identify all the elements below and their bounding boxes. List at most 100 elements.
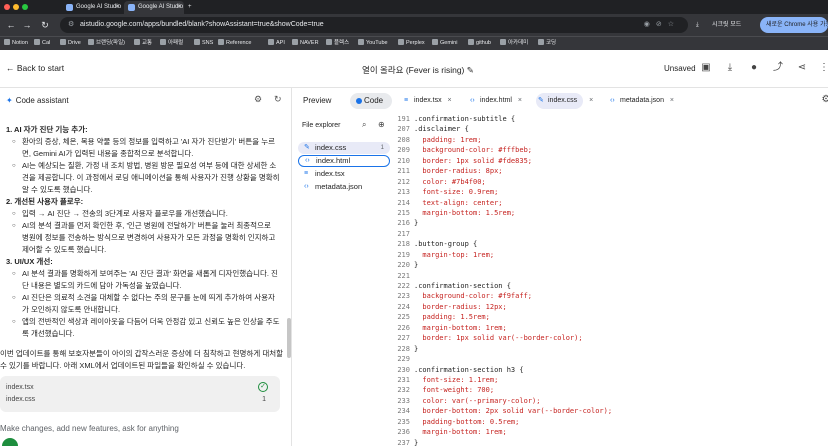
close-tab-icon[interactable]: × xyxy=(670,93,674,109)
code-line: 211 border-radius: 8px; xyxy=(392,166,828,176)
chrome-update-button[interactable]: 새로운 Chrome 사용 가능 xyxy=(760,17,828,33)
more-options-icon[interactable]: ⋮ xyxy=(818,62,828,74)
tab-title: Google AI Studio xyxy=(138,4,184,10)
close-window-dot[interactable] xyxy=(4,4,10,10)
code-line: 233 color: var(--primary-color); xyxy=(392,396,828,406)
pencil-icon: ✎ xyxy=(538,97,544,104)
line-number: 236 xyxy=(397,428,410,437)
share-icon[interactable]: ⋖ xyxy=(796,62,808,74)
edit-pencil-icon[interactable]: ✎ xyxy=(467,65,474,75)
add-file-icon[interactable]: ⊕ xyxy=(378,120,385,129)
download-icon[interactable]: ⤓ xyxy=(724,62,736,74)
code-line: 224 border-radius: 12px; xyxy=(392,302,828,312)
message-line: 앱의 전반적인 색상과 레이아웃을 다듬어 더욱 안정감 있고 신뢰도 높은 인… xyxy=(0,316,286,328)
panel-settings-icon[interactable]: ⚙ xyxy=(820,94,828,106)
bookmark-item[interactable]: Reference xyxy=(218,37,251,50)
message-line: 1. AI 자가 진단 기능 추가: xyxy=(6,125,88,134)
changed-files-card[interactable]: index.tsx index.css ✓ 1 xyxy=(0,376,280,412)
deploy-rocket-icon[interactable]: ⤴ xyxy=(772,62,784,74)
bookmark-item[interactable]: NAVER xyxy=(292,37,319,50)
code-line: 209 background-color: #fffbeb; xyxy=(392,145,828,155)
omnibox-actions[interactable]: ◉⊘☆ xyxy=(644,17,680,33)
bookmark-item[interactable]: 브랜딩(파일) xyxy=(88,37,125,50)
code-editor[interactable]: 191 .confirmation-subtitle {207 .disclaime… xyxy=(392,114,828,446)
message-line: 입력 → AI 진단 → 전송의 3단계로 사용자 플로우를 개선했습니다. xyxy=(0,208,286,220)
close-tab-icon[interactable]: × xyxy=(518,93,522,109)
assistant-scrollbar[interactable] xyxy=(287,318,291,358)
bookmark-item[interactable]: Gemini xyxy=(432,37,457,50)
file-tab-index-css[interactable]: ✎ index.css × xyxy=(536,93,593,109)
file-tab-index-html[interactable]: ‹› index.html × xyxy=(468,93,522,109)
close-tab-icon[interactable]: × xyxy=(115,1,119,14)
code-tab[interactable]: Code xyxy=(350,93,392,109)
line-number: 207 xyxy=(397,125,410,134)
changed-file[interactable]: index.css xyxy=(6,396,35,403)
bookmark-item[interactable]: 코딩 xyxy=(538,37,556,50)
bookmark-item[interactable]: github xyxy=(468,37,491,50)
code-text: text-align: center; xyxy=(414,198,503,207)
download-icon[interactable]: ⤓ xyxy=(696,17,699,33)
close-tab-icon[interactable]: × xyxy=(177,1,181,14)
bookmark-item[interactable]: 아패럴 xyxy=(160,37,183,50)
code-line: 210 border: 1px solid #fde835; xyxy=(392,156,828,166)
message-line: 단 내용은 별도의 카드에 담아 가독성을 높였습니다. xyxy=(22,281,182,290)
back-to-start-button[interactable]: ← Back to start xyxy=(6,63,64,73)
browser-tab[interactable]: Google AI Studio × xyxy=(62,1,122,14)
file-icon: ≡ xyxy=(404,97,409,104)
line-number: 209 xyxy=(397,146,410,155)
bookmark-item[interactable]: Drive xyxy=(60,37,81,50)
refresh-icon[interactable]: ↻ xyxy=(274,94,282,105)
preview-tab[interactable]: Preview xyxy=(303,96,331,105)
bookmark-item[interactable]: Perplex xyxy=(398,37,425,50)
explorer-item-index-tsx[interactable]: ≡ index.tsx xyxy=(298,168,390,180)
reload-icon[interactable]: ↻ xyxy=(38,18,52,32)
message-line: 병원에 정보를 전송하는 방식으로 변경하여 사용자가 모든 과정을 명확히 인… xyxy=(22,233,276,242)
code-line: 221 xyxy=(392,271,828,281)
bookmark-item[interactable]: YouTube xyxy=(358,37,388,50)
chat-input[interactable]: Make changes, add new features, ask for … xyxy=(0,424,286,433)
app-title[interactable]: 열이 올라요 (Fever is rising) ✎ xyxy=(362,64,474,76)
forward-arrow-icon[interactable]: → xyxy=(20,18,34,32)
address-bar[interactable]: ⚙ aistudio.google.com/apps/bundled/blank… xyxy=(60,17,688,33)
line-number: 231 xyxy=(397,375,410,384)
search-icon[interactable]: ⌕ xyxy=(362,120,366,130)
changed-file[interactable]: index.tsx xyxy=(6,384,34,391)
settings-gear-icon[interactable]: ⚙ xyxy=(254,94,262,105)
line-number: 225 xyxy=(397,313,410,322)
bookmark-item[interactable]: SNS xyxy=(194,37,213,50)
line-number: 226 xyxy=(397,323,410,332)
code-text: border-bottom: 2px solid var(--border-co… xyxy=(414,407,613,416)
bookmark-item[interactable]: 교통 xyxy=(134,37,152,50)
new-tab-icon[interactable]: + xyxy=(188,1,200,14)
site-info-icon[interactable]: ⚙ xyxy=(68,17,74,33)
bookmark-item[interactable]: 플렉스 xyxy=(326,37,349,50)
line-number: 228 xyxy=(397,344,410,353)
secret-mode-label[interactable]: 시크릿 모드 xyxy=(712,17,741,33)
line-number: 218 xyxy=(397,240,410,249)
github-icon[interactable]: ● xyxy=(748,62,760,74)
code-brackets-icon: ‹› xyxy=(305,157,310,164)
minimize-window-dot[interactable] xyxy=(13,4,19,10)
code-line: 216} xyxy=(392,218,828,228)
code-brackets-icon: ‹› xyxy=(304,183,309,190)
line-number: 237 xyxy=(397,438,410,446)
browser-tab-active[interactable]: Google AI Studio × xyxy=(124,1,184,14)
explorer-item-index-html[interactable]: ‹› index.html xyxy=(298,155,390,167)
bookmark-item[interactable]: Cal xyxy=(34,37,50,50)
bookmark-item[interactable]: Notion xyxy=(4,37,28,50)
explorer-item-metadata-json[interactable]: ‹› metadata.json xyxy=(298,181,390,193)
save-icon[interactable]: ▣ xyxy=(700,62,712,74)
close-tab-icon[interactable]: × xyxy=(448,93,452,109)
bookmark-item[interactable]: API xyxy=(268,37,285,50)
close-tab-icon[interactable]: × xyxy=(589,93,593,109)
bookmark-item[interactable]: 아카데미 xyxy=(500,37,528,50)
code-line: 219 margin-top: 1rem; xyxy=(392,250,828,260)
maximize-window-dot[interactable] xyxy=(22,4,28,10)
explorer-item-index-css[interactable]: ✎ index.css 1 xyxy=(298,142,390,154)
back-arrow-icon[interactable]: ← xyxy=(4,18,18,32)
code-line: 214 text-align: center; xyxy=(392,198,828,208)
file-tab-index-tsx[interactable]: ≡ index.tsx × xyxy=(402,93,452,109)
code-line: 213 font-size: 0.9rem; xyxy=(392,187,828,197)
file-tab-metadata-json[interactable]: ‹› metadata.json × xyxy=(608,93,674,109)
avatar[interactable] xyxy=(2,438,18,446)
